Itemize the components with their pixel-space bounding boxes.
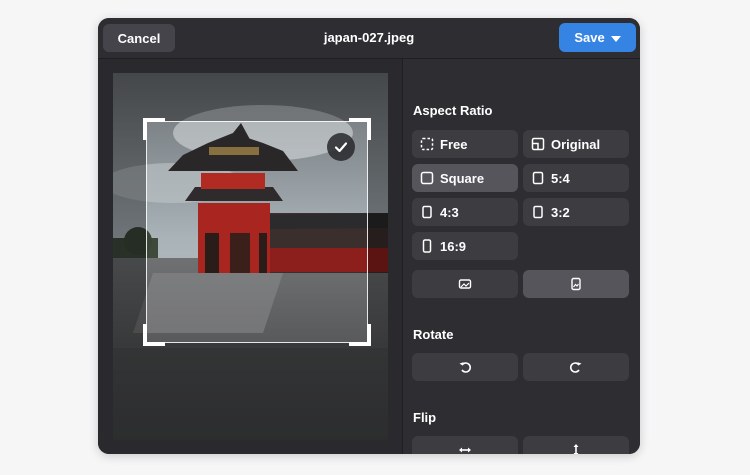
save-button[interactable]: Save — [559, 23, 636, 52]
rotate-heading: Rotate — [413, 327, 454, 342]
rotate-right-button[interactable] — [523, 353, 629, 381]
aspect-5-4-label: 5:4 — [551, 170, 570, 186]
aspect-5-4-button[interactable]: 5:4 — [523, 164, 629, 192]
image-editor-window: Cancel japan-027.jpeg Save Aspect Ratio … — [98, 18, 640, 454]
aspect-free-button[interactable]: Free — [412, 130, 518, 158]
rotate-left-icon — [458, 360, 472, 374]
photo-preview[interactable] — [113, 73, 388, 440]
chevron-down-icon[interactable] — [610, 35, 621, 42]
aspect-free-label: Free — [440, 136, 468, 152]
crop-options-sidebar: Aspect Ratio Free Original Square 5:4 4:… — [403, 59, 640, 454]
aspect-4-3-label: 4:3 — [440, 204, 459, 220]
orientation-landscape-button[interactable] — [412, 270, 518, 298]
square-icon — [420, 171, 434, 185]
save-button-label: Save — [574, 30, 605, 45]
header-bar: Cancel japan-027.jpeg Save — [98, 18, 640, 59]
flip-vertical-button[interactable] — [523, 436, 629, 454]
crop-handle-top-left[interactable] — [143, 118, 165, 140]
aspect-original-label: Original — [551, 136, 601, 152]
aspect-16-9-button[interactable]: 16:9 — [412, 232, 518, 260]
rotate-right-icon — [569, 360, 583, 374]
portrait-orientation-icon — [569, 277, 583, 291]
crop-handle-bottom-left[interactable] — [143, 324, 165, 346]
rotate-left-button[interactable] — [412, 353, 518, 381]
portrait-rect-icon — [531, 171, 545, 185]
apply-crop-button[interactable] — [327, 133, 355, 161]
aspect-3-2-label: 3:2 — [551, 204, 570, 220]
dashed-square-icon — [420, 137, 434, 151]
flip-horizontal-button[interactable] — [412, 436, 518, 454]
image-original-icon — [531, 137, 545, 151]
aspect-ratio-heading: Aspect Ratio — [413, 103, 493, 118]
portrait-rect-icon — [531, 205, 545, 219]
portrait-rect-icon — [420, 205, 434, 219]
flip-horizontal-icon — [458, 443, 472, 454]
aspect-square-button[interactable]: Square — [412, 164, 518, 192]
crop-handle-bottom-right[interactable] — [349, 324, 371, 346]
aspect-original-button[interactable]: Original — [523, 130, 629, 158]
crop-frame[interactable] — [143, 118, 371, 346]
portrait-rect-icon — [420, 239, 434, 253]
crop-handle-top-right[interactable] — [349, 118, 371, 140]
orientation-portrait-button[interactable] — [523, 270, 629, 298]
flip-heading: Flip — [413, 410, 437, 425]
checkmark-icon — [334, 142, 348, 153]
aspect-4-3-button[interactable]: 4:3 — [412, 198, 518, 226]
aspect-square-label: Square — [440, 170, 485, 186]
landscape-orientation-icon — [458, 277, 472, 291]
aspect-3-2-button[interactable]: 3:2 — [523, 198, 629, 226]
flip-vertical-icon — [569, 443, 583, 454]
aspect-16-9-label: 16:9 — [440, 238, 467, 254]
image-canvas — [98, 59, 402, 454]
